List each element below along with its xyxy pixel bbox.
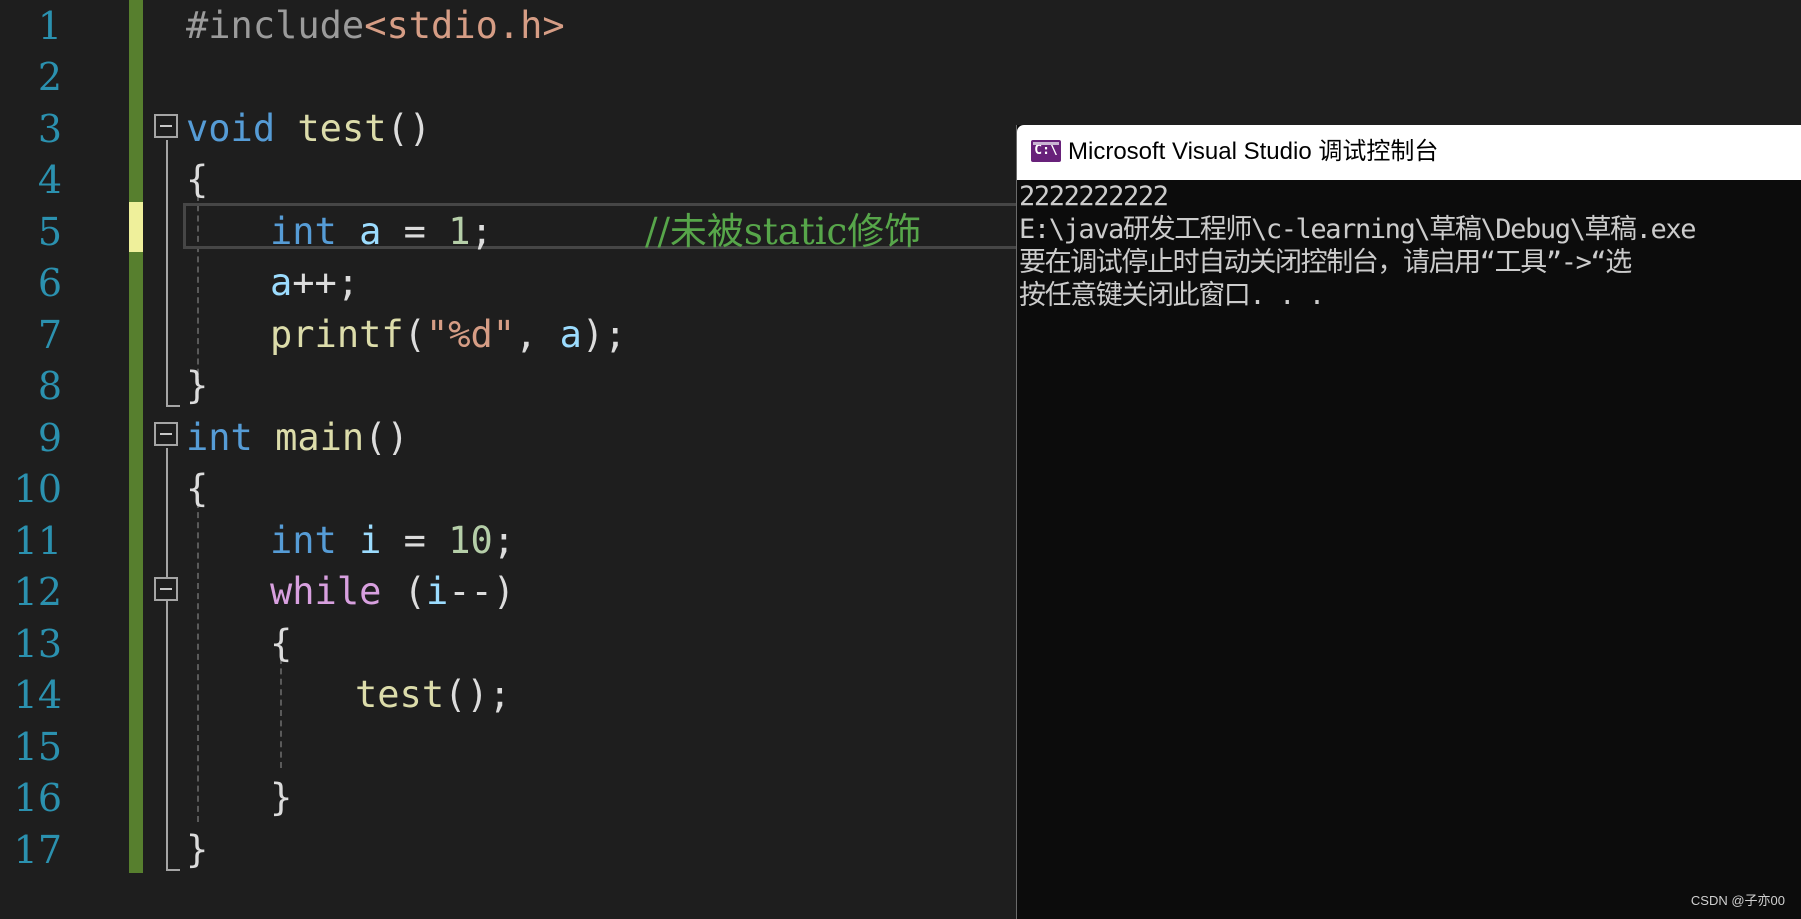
change-tracking-bar <box>129 0 143 873</box>
console-title-bar[interactable]: C:\ Microsoft Visual Studio 调试控制台 <box>1017 125 1801 180</box>
line-number: 6 <box>37 261 62 305</box>
code-line-3: void test() <box>186 107 432 150</box>
console-line: 按任意键关闭此窗口. . . <box>1019 280 1325 311</box>
console-output[interactable]: 2222222222 E:\java研发工程师\c-learning\草稿\De… <box>1019 180 1801 312</box>
console-line: 2222222222 <box>1019 181 1169 212</box>
line-number: 9 <box>37 416 62 460</box>
watermark: CSDN @子亦00 <box>1690 893 1785 908</box>
line-number: 10 <box>13 467 62 511</box>
line-number: 1 <box>37 4 62 48</box>
unsaved-change-marker <box>129 202 143 252</box>
line-number: 2 <box>37 55 62 99</box>
code-line-9: int main() <box>186 416 409 459</box>
code-line-10: { <box>186 467 209 510</box>
code-line-14: test(); <box>355 673 511 716</box>
console-line: E:\java研发工程师\c-learning\草稿\Debug\草稿.exe <box>1019 214 1696 245</box>
window-title: Microsoft Visual Studio 调试控制台 <box>1068 138 1439 165</box>
line-number: 13 <box>13 622 62 666</box>
code-line-13: { <box>270 622 293 665</box>
fold-toggle-icon[interactable] <box>154 422 178 446</box>
c-console-icon: C:\ <box>1031 140 1061 162</box>
code-line-5: int a = 1; <box>270 210 493 253</box>
code-line-8: } <box>186 364 209 407</box>
fold-outline-main <box>166 448 168 870</box>
code-line-6: a++; <box>270 261 360 304</box>
code-line-1: #include<stdio.h> <box>186 4 565 47</box>
fold-toggle-icon[interactable] <box>154 114 178 138</box>
code-line-11: int i = 10; <box>270 519 516 562</box>
line-number: 12 <box>13 570 62 614</box>
line-number: 3 <box>37 107 62 151</box>
console-line: 要在调试停止时自动关闭控制台，请启用“工具”->“选 <box>1019 247 1632 278</box>
line-number: 14 <box>13 673 62 717</box>
code-comment: //未被static修饰 <box>645 210 922 253</box>
code-line-4: { <box>186 158 209 201</box>
fold-outline-end <box>166 405 180 407</box>
debug-console-window[interactable]: C:\ Microsoft Visual Studio 调试控制台 222222… <box>1016 125 1801 919</box>
line-number: 16 <box>13 776 62 820</box>
code-line-12: while (i--) <box>270 570 516 613</box>
line-number: 17 <box>13 828 62 872</box>
line-number: 11 <box>13 519 62 563</box>
code-line-16: } <box>270 776 293 819</box>
indent-guide <box>197 502 199 822</box>
line-number: 7 <box>37 313 62 357</box>
line-number: 8 <box>37 364 62 408</box>
fold-toggle-icon[interactable] <box>154 577 178 601</box>
fold-outline-end <box>166 869 180 871</box>
code-line-7: printf("%d", a); <box>270 313 627 356</box>
line-number: 15 <box>13 725 62 769</box>
line-number: 4 <box>37 158 62 202</box>
line-number: 5 <box>37 210 62 254</box>
code-line-17: } <box>186 828 209 871</box>
indent-guide <box>280 658 282 768</box>
fold-outline-test <box>166 140 168 406</box>
